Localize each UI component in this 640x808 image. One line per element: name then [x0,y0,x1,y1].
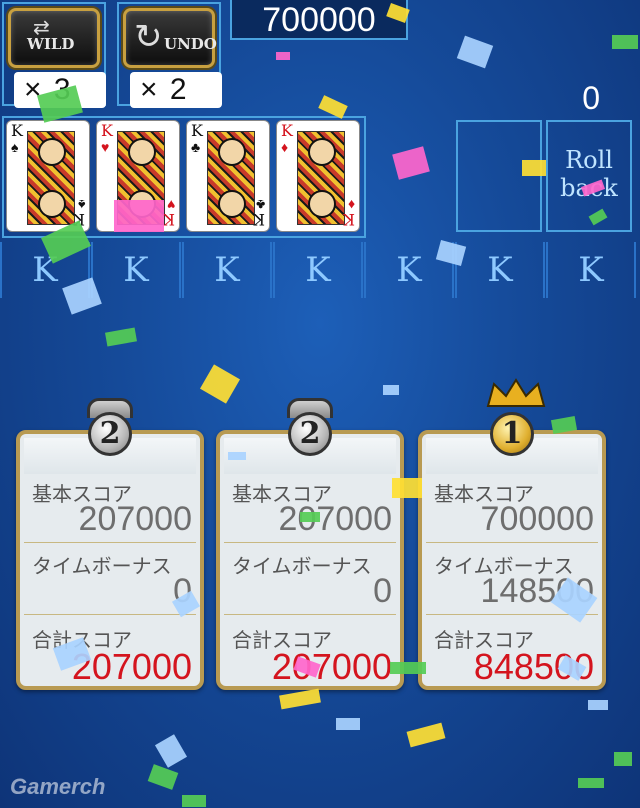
base-score-value: 207000 [278,500,392,538]
confetti-piece [522,160,546,176]
confetti-piece [588,700,608,710]
confetti-piece [392,146,430,180]
card-rank: K [281,121,293,140]
card-suit-icon: ♥ [101,139,110,155]
divider [24,542,196,543]
result-panel: 基本スコア207000タイムボーナス0合計スコア207000 [216,430,404,690]
watermark-logo: Gamerch [10,774,106,799]
total-score-value: 207000 [71,646,192,687]
confetti-piece [336,718,360,730]
playing-card[interactable]: K♠K♠ [6,120,90,232]
time-bonus-label: タイムボーナス [232,556,372,578]
foundation-slot-k[interactable]: K [182,242,272,298]
playing-card[interactable]: K ♦ K ♦ [276,120,360,232]
king-face-icon [207,131,255,225]
silver-rank-badge: 2 [288,412,332,456]
silver-rank-badge: 2 [88,412,132,456]
divider [426,542,598,543]
confetti-piece [390,662,426,674]
wild-button[interactable]: ⇄ WILD [8,8,100,68]
card-suit-bottom-icon: ♥ [166,197,175,213]
confetti-piece [228,452,246,460]
card-suit-icon: ♦ [281,139,289,155]
undo-label: UNDO [164,35,217,53]
wild-label: WILD [27,35,75,53]
card-suit-bottom-icon: ♣ [255,197,265,213]
time-bonus-value: 0 [373,572,392,610]
base-score-value: 207000 [78,500,192,538]
confetti-piece [114,200,164,232]
card-rank: K [191,121,203,140]
confetti-piece [182,795,206,807]
empty-slot[interactable] [456,120,542,232]
confetti-piece [578,778,604,788]
confetti-piece [456,35,494,69]
confetti-piece [147,764,179,790]
confetti-piece [383,385,399,395]
base-score-value: 700000 [480,500,594,538]
confetti-piece [279,688,321,710]
card-rank: K [11,121,23,140]
counter-value: 0 [582,80,600,116]
divider [24,614,196,615]
confetti-piece [300,512,320,522]
confetti-piece [392,478,422,498]
card-suit-icon: ♣ [191,139,201,155]
card-rank: K [101,121,113,140]
foundation-slot-k[interactable]: K [273,242,363,298]
foundation-slot-k[interactable]: K [546,242,636,298]
confetti-piece [154,734,188,768]
result-panel: 基本スコア207000タイムボーナス0合計スコア207000 [16,430,204,690]
crown-icon [486,378,546,408]
king-face-icon [27,131,75,225]
confetti-piece [612,35,638,49]
card-suit-bottom-icon: ♦ [347,197,355,213]
total-score-value: 207000 [271,646,392,687]
confetti-piece [614,752,632,766]
card-suit-bottom-icon: ♠ [77,197,85,213]
time-bonus-label: タイムボーナス [32,556,172,578]
undo-count: × 2 [130,72,222,108]
king-face-icon [297,131,345,225]
card-suit-icon: ♠ [11,139,19,155]
undo-button[interactable]: ↻ UNDO [123,8,217,68]
playing-card[interactable]: K ♣ K ♣ [186,120,270,232]
confetti-piece [406,722,446,748]
confetti-piece [200,364,240,404]
result-panel: 基本スコア 700000 タイムボーナス 148500 合計スコア 848500 [418,430,606,690]
foundation-slot-k[interactable]: K [91,242,181,298]
confetti-piece [105,327,137,347]
undo-arrow-icon: ↻ [134,18,163,56]
rollback-line1: Roll [565,146,613,174]
confetti-piece [276,52,290,60]
divider [224,614,396,615]
gold-rank-badge: 1 [490,412,534,456]
foundation-slot-k[interactable]: K [455,242,545,298]
divider [224,542,396,543]
score-display: 700000 [230,0,408,40]
